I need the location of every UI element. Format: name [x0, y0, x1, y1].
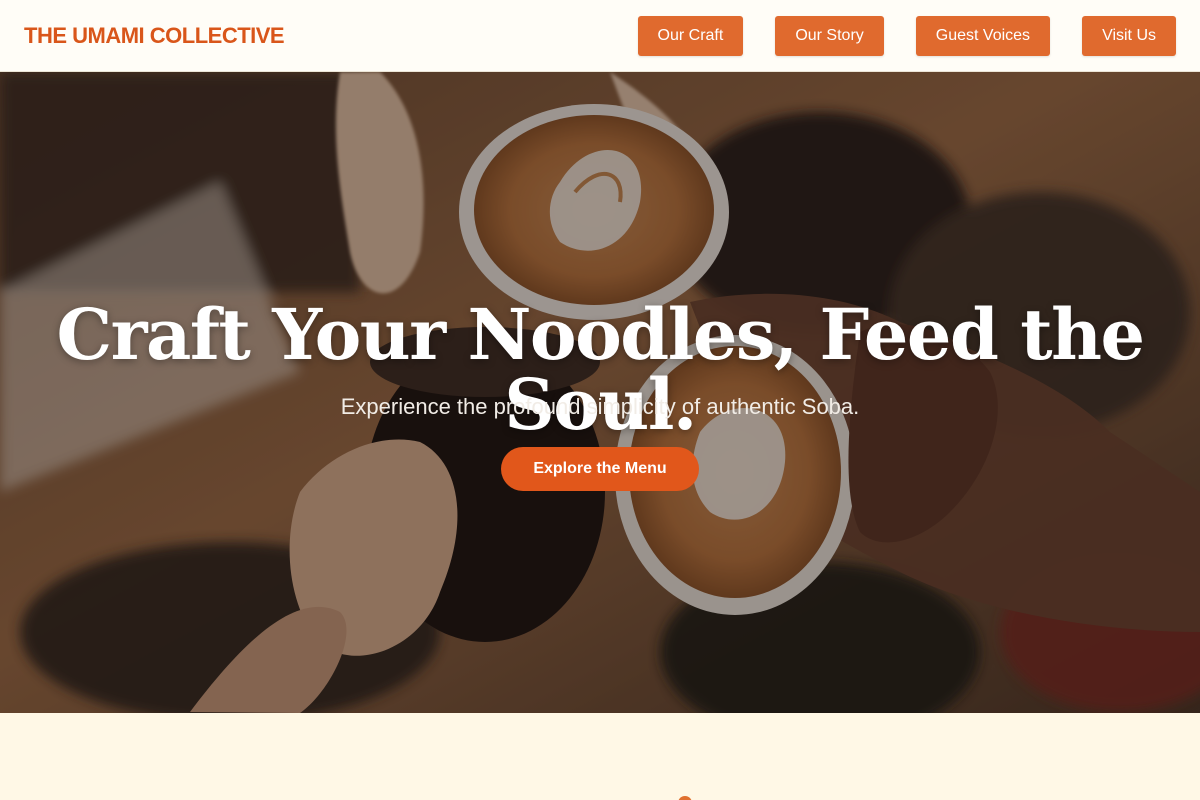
nav-our-craft-button[interactable]: Our Craft — [637, 15, 744, 56]
top-navbar: THE UMAMI COLLECTIVE Our Craft Our Story… — [0, 0, 1200, 72]
nav-visit-us-button[interactable]: Visit Us — [1082, 15, 1176, 56]
decorative-dot-icon — [678, 796, 692, 800]
nav-guest-voices-button[interactable]: Guest Voices — [915, 15, 1051, 56]
content-section — [0, 713, 1200, 800]
explore-menu-button[interactable]: Explore the Menu — [501, 447, 699, 491]
hero-section: Craft Your Noodles, Feed the Soul. Exper… — [0, 72, 1200, 713]
hero-content: Craft Your Noodles, Feed the Soul. Exper… — [0, 72, 1200, 713]
nav-our-story-button[interactable]: Our Story — [775, 15, 884, 56]
brand-logo-text[interactable]: THE UMAMI COLLECTIVE — [24, 23, 285, 49]
main-nav: Our Craft Our Story Guest Voices Visit U… — [637, 15, 1176, 56]
hero-subtitle: Experience the profound simplicity of au… — [340, 394, 860, 419]
